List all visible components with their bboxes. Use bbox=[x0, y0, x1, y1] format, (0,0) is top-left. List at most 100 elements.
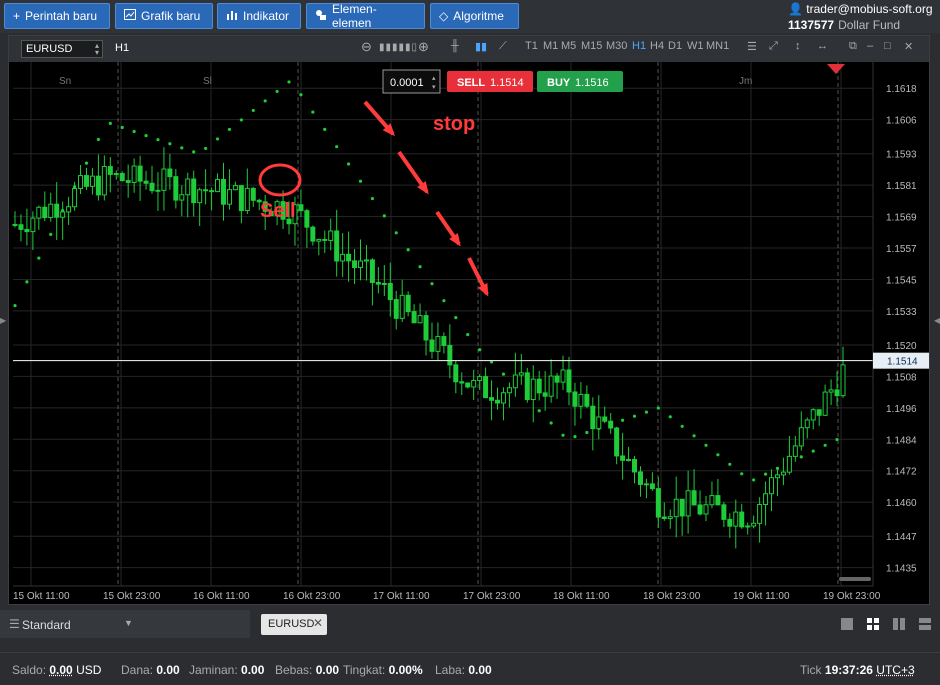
candle-body bbox=[197, 189, 203, 204]
zoom-slider[interactable]: ▮▮▮▮▮▯ bbox=[379, 42, 418, 53]
new-chart-button[interactable]: Grafik baru bbox=[115, 3, 213, 29]
svg-text:1.1514: 1.1514 bbox=[887, 357, 918, 368]
candle-body bbox=[810, 409, 816, 421]
sar-dot bbox=[311, 110, 315, 114]
timeframe-m5[interactable]: M5 bbox=[561, 40, 576, 52]
sar-dot bbox=[37, 256, 41, 260]
sar-dot bbox=[763, 472, 768, 476]
candle-body bbox=[375, 281, 381, 285]
sar-dot bbox=[549, 421, 553, 425]
layout-vertical-icon[interactable] bbox=[892, 617, 906, 631]
indicators-list-icon[interactable]: ☰ bbox=[747, 40, 757, 53]
horizontal-scrollbar[interactable] bbox=[839, 577, 871, 581]
svg-text:BUY: BUY bbox=[547, 77, 571, 89]
sar-dot bbox=[740, 472, 744, 476]
sar-dot bbox=[394, 231, 398, 235]
candle-body bbox=[423, 315, 429, 341]
candle-body bbox=[828, 389, 834, 393]
timeframe-d1[interactable]: D1 bbox=[668, 40, 682, 52]
time-tick-label: 18 Okt 11:00 bbox=[553, 591, 610, 602]
price-axis[interactable] bbox=[873, 62, 929, 604]
sar-dot bbox=[263, 99, 267, 103]
maximize-icon[interactable]: □ bbox=[884, 40, 891, 52]
timeframe-m30[interactable]: M30 bbox=[606, 40, 627, 52]
sar-dot bbox=[537, 409, 541, 413]
sar-dot bbox=[835, 437, 839, 442]
new-order-button[interactable]: + Perintah baru bbox=[4, 3, 110, 29]
fit-diagonal-icon[interactable]: ⤢ bbox=[769, 40, 778, 53]
candle-body bbox=[89, 175, 95, 187]
left-panel-toggle-icon[interactable]: ▶ bbox=[0, 316, 6, 328]
chevron-down-icon: ▼ bbox=[124, 618, 133, 628]
candle-body bbox=[751, 522, 757, 527]
candle-body bbox=[524, 372, 530, 401]
zoom-in-icon[interactable]: ⊕ bbox=[418, 39, 429, 55]
time-tick-label: 18 Okt 23:00 bbox=[643, 591, 701, 602]
layout-single-icon[interactable] bbox=[840, 617, 854, 631]
timeframe-h1[interactable]: H1 bbox=[632, 40, 646, 52]
candle-body bbox=[685, 490, 691, 517]
candle-body bbox=[48, 203, 54, 219]
symbol-selector[interactable]: EURUSD ▴ ▾ bbox=[21, 40, 103, 58]
candle-body bbox=[822, 391, 828, 416]
sar-dot bbox=[192, 150, 196, 154]
sar-dot bbox=[620, 418, 625, 422]
candle-body bbox=[125, 180, 131, 183]
price-tick-label: 1.1581 bbox=[886, 181, 917, 192]
candle-body bbox=[715, 495, 721, 506]
candle-body bbox=[739, 511, 745, 528]
lot-down-icon[interactable]: ▾ bbox=[432, 84, 436, 91]
sar-dot bbox=[25, 280, 29, 284]
detach-icon[interactable]: ⧉ bbox=[849, 40, 857, 53]
candle-body bbox=[18, 224, 24, 230]
bar-chart-type-icon[interactable]: ╫ bbox=[451, 40, 459, 52]
candle-body bbox=[673, 498, 679, 518]
timeframe-mn1[interactable]: MN1 bbox=[706, 40, 729, 52]
timeframe-w1[interactable]: W1 bbox=[687, 40, 704, 52]
algorithm-button[interactable]: ◇ Algoritme bbox=[430, 3, 519, 29]
candle-body bbox=[66, 206, 72, 213]
elements-button[interactable]: Elemen-elemen bbox=[306, 2, 425, 30]
sar-dot bbox=[370, 196, 375, 201]
timeframe-m1[interactable]: M1 bbox=[543, 40, 558, 52]
sar-dot bbox=[204, 146, 208, 151]
timeframe-m15[interactable]: M15 bbox=[581, 40, 602, 52]
candle-body bbox=[167, 168, 173, 178]
saldo-value[interactable]: 0.00 bbox=[49, 663, 72, 677]
sar-dot bbox=[728, 462, 732, 466]
lot-up-icon[interactable]: ▴ bbox=[432, 75, 436, 82]
svg-text:1.1514: 1.1514 bbox=[490, 77, 524, 89]
zoom-out-icon[interactable]: ⊖ bbox=[361, 39, 372, 55]
layout-grid-icon[interactable] bbox=[866, 617, 880, 631]
candle-body bbox=[536, 378, 542, 394]
status-bar: Saldo: 0.00 USD Dana: 0.00 Jaminan: 0.00… bbox=[0, 652, 940, 685]
horizontal-scale-icon[interactable]: ↔ bbox=[817, 40, 828, 52]
line-chart-type-icon[interactable]: ⟋ bbox=[499, 40, 507, 53]
sar-dot bbox=[406, 248, 410, 252]
candle-body bbox=[500, 392, 506, 404]
day-label-fri: Jm bbox=[739, 76, 752, 87]
right-panel-toggle-icon[interactable]: ◀ bbox=[934, 316, 940, 328]
timeframe-t1[interactable]: T1 bbox=[525, 40, 538, 52]
candle-body bbox=[632, 459, 638, 473]
candle-body bbox=[798, 427, 804, 447]
main-toolbar: + Perintah baru Grafik baru Indikator Ele… bbox=[0, 0, 940, 33]
sar-dot bbox=[454, 316, 458, 320]
candle-chart-type-icon[interactable]: ▮▮ bbox=[475, 40, 487, 53]
candle-body bbox=[179, 194, 185, 201]
laba-value: 0.00 bbox=[468, 663, 492, 677]
indicator-button[interactable]: Indikator bbox=[217, 3, 301, 29]
minimize-icon[interactable]: – bbox=[867, 40, 873, 52]
chart-tab-eurusd[interactable]: EURUSD ✕ bbox=[261, 614, 327, 635]
timeframe-h4[interactable]: H4 bbox=[650, 40, 664, 52]
vertical-scale-icon[interactable]: ↕ bbox=[795, 40, 801, 52]
account-user[interactable]: 👤 trader@mobius-soft.org bbox=[788, 2, 934, 16]
timezone-selector[interactable]: UTC+3 bbox=[876, 663, 914, 677]
close-icon[interactable]: ✕ bbox=[904, 40, 913, 53]
candle-body bbox=[30, 217, 36, 233]
price-chart[interactable]: 1.1618 1.1606 1.1593 1.1581 1.1569 1.1557 1.15… bbox=[9, 62, 929, 604]
close-tab-icon[interactable]: ✕ bbox=[313, 616, 323, 630]
layout-horizontal-icon[interactable] bbox=[918, 617, 932, 631]
profile-selector[interactable]: ☰ Standard ▼ bbox=[0, 610, 250, 638]
sar-dot bbox=[168, 142, 172, 146]
